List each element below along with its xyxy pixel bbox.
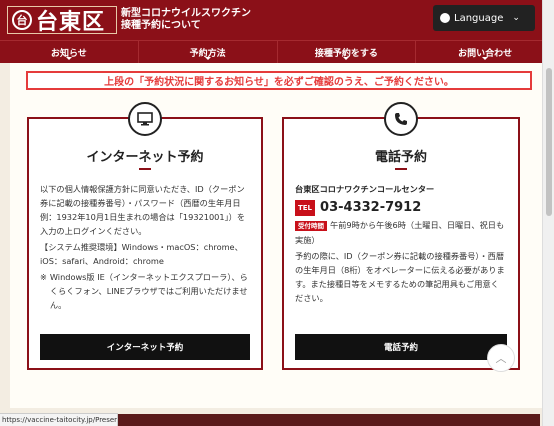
nav-item-contact[interactable]: お問い合わせ — [416, 41, 554, 63]
scroll-to-top-button[interactable]: ︿ — [487, 344, 515, 372]
title-underline — [139, 168, 151, 170]
nav-item-label: お問い合わせ — [458, 48, 513, 59]
nav-item-label: 予約方法 — [189, 48, 226, 59]
status-bar-url: https://vaccine-taitocity.jp/Preserve — [0, 413, 118, 426]
city-name: 台東区 — [36, 9, 106, 35]
phone-icon — [384, 102, 418, 136]
globe-icon — [440, 13, 450, 23]
scrollbar-thumb[interactable] — [546, 68, 552, 216]
login-instructions: 以下の個人情報保護方針に同意いただき、ID（クーポン券に記載の接種券番号）・パス… — [40, 184, 246, 236]
phone-booking-title: 電話予約 — [374, 150, 427, 165]
phone-booking-body: 台東区コロナワクチンコールセンター TEL 03-4332-7912 受付時間午… — [295, 182, 507, 307]
title-underline — [395, 168, 407, 170]
crest-icon: 台 — [12, 10, 32, 30]
footer-strip — [118, 414, 540, 426]
chevron-up-icon: ︿ — [495, 352, 507, 365]
nav-item-booking-method[interactable]: 予約方法 — [139, 41, 278, 63]
nav-item-news[interactable]: お知らせ — [0, 41, 139, 63]
call-center-name: 台東区コロナワクチンコールセンター — [295, 184, 435, 194]
main-nav: お知らせ 予約方法 接種予約をする お問い合わせ — [0, 40, 554, 63]
hours-badge: 受付時間 — [295, 221, 327, 231]
page-scrollbar[interactable] — [542, 0, 554, 426]
system-requirements: 【システム推奨環境】Windows・macOS：chrome、iOS：safar… — [40, 242, 243, 266]
language-label: Language — [454, 12, 504, 24]
note-mark: ※ — [40, 272, 47, 282]
site-title-line2: 接種予約について — [121, 20, 201, 31]
site-header: 台 台東区 新型コロナウイルスワクチン 接種予約について Language ⌄ — [0, 0, 554, 40]
internet-booking-card: インターネット予約 以下の個人情報保護方針に同意いただき、ID（クーポン券に記載… — [27, 102, 263, 370]
internet-booking-button[interactable]: インターネット予約 — [40, 334, 250, 360]
hours-row: 受付時間 午前9時から午後6時（土曜日、日曜日、祝日も実施） — [295, 218, 507, 247]
site-title-line1: 新型コロナウイルスワクチン — [121, 8, 251, 19]
nav-item-label: お知らせ — [50, 48, 87, 59]
nav-item-make-booking[interactable]: 接種予約をする — [278, 41, 417, 63]
internet-booking-body: 以下の個人情報保護方針に同意いただき、ID（クーポン券に記載の接種券番号）・パス… — [40, 182, 250, 312]
booking-notice: 上段の「予約状況に関するお知らせ」を必ずご確認のうえ、ご予約ください。 — [26, 71, 532, 90]
phone-booking-card: 電話予約 台東区コロナワクチンコールセンター TEL 03-4332-7912 … — [282, 102, 520, 370]
phone-booking-button[interactable]: 電話予約 — [295, 334, 507, 360]
internet-booking-title: インターネット予約 — [86, 150, 204, 165]
monitor-icon — [128, 102, 162, 136]
chevron-down-icon: ⌄ — [512, 13, 520, 23]
site-logo[interactable]: 台 台東区 — [7, 6, 117, 35]
tel-number[interactable]: 03-4332-7912 — [320, 201, 421, 215]
unsupported-note: ※ Windows版 IE（インターネットエクスプローラ）、らくらくフォン、LI… — [40, 270, 250, 312]
tel-badge: TEL — [295, 200, 316, 216]
nav-item-label: 接種予約をする — [314, 48, 378, 59]
site-title: 新型コロナウイルスワクチン 接種予約について — [121, 8, 251, 32]
language-button[interactable]: Language ⌄ — [433, 5, 535, 31]
note-text: Windows版 IE（インターネットエクスプローラ）、らくらくフォン、LINE… — [49, 272, 248, 310]
tel-row: TEL 03-4332-7912 — [295, 200, 507, 216]
phone-booking-instructions: 予約の際に、ID（クーポン券に記載の接種券番号）・西暦の生年月日（8桁）をオペレ… — [295, 251, 505, 303]
